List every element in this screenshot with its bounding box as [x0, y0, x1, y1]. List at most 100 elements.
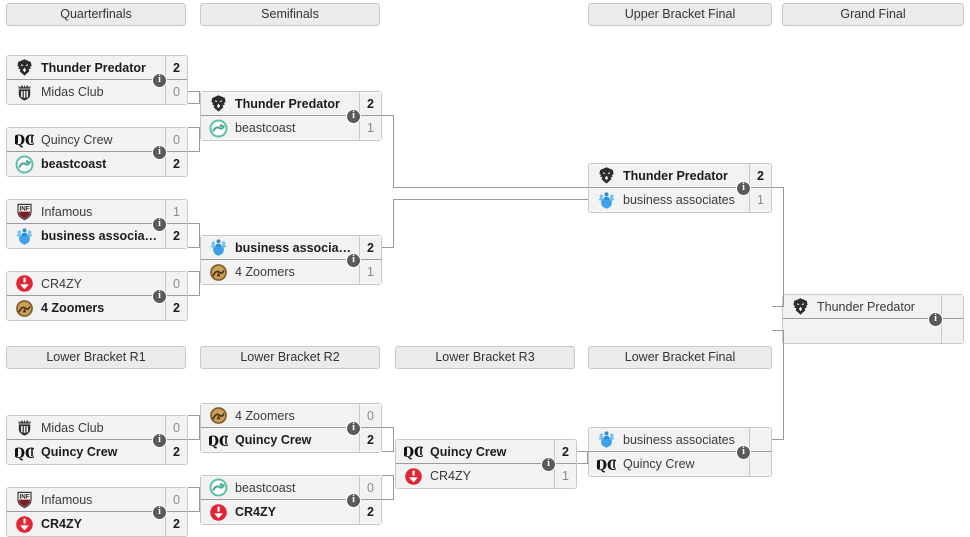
bracket-connector: [393, 427, 394, 451]
team-score: [749, 427, 771, 452]
team-score: 0: [165, 80, 187, 104]
round-header-lower-bracket-final: Lower Bracket Final: [588, 346, 772, 369]
match-qf3[interactable]: INF Infamous 1 business associates 2 i: [6, 199, 188, 249]
bracket-connector: [393, 199, 394, 247]
match-info-icon[interactable]: i: [736, 181, 751, 196]
team-name: Infamous: [41, 492, 93, 507]
bracket-connector: [772, 439, 784, 440]
team-score: 1: [359, 116, 381, 140]
bracket-connector: [188, 247, 200, 248]
match-gf[interactable]: Thunder Predator i: [782, 294, 964, 344]
team-score: 0: [359, 475, 381, 500]
team-score: 2: [359, 235, 381, 260]
team-score: 1: [554, 464, 576, 488]
match-info-icon[interactable]: i: [736, 445, 751, 460]
round-header-semifinals: Semifinals: [200, 3, 380, 26]
bracket-connector: [199, 91, 200, 103]
team-score: 0: [165, 487, 187, 512]
match-lbr1-2[interactable]: INF Infamous 0 CR4ZY 2 i: [6, 487, 188, 537]
match-info-icon[interactable]: i: [346, 253, 361, 268]
cr4zy-logo: [7, 512, 41, 536]
bracket-connector: [382, 247, 394, 248]
match-info-icon[interactable]: i: [928, 312, 943, 327]
quincy-crew-logo: QC: [7, 128, 41, 152]
team-name: Quincy Crew: [41, 132, 113, 147]
team-name: beastcoast: [235, 480, 296, 495]
team-score: 2: [359, 500, 381, 524]
bracket-connector: [188, 415, 200, 416]
match-lbr3[interactable]: QC Quincy Crew 2 CR4ZY 1 i: [395, 439, 577, 489]
team-score: [749, 452, 771, 476]
match-info-icon[interactable]: i: [152, 433, 167, 448]
bracket-connector: [783, 330, 784, 439]
cr4zy-logo: [7, 272, 41, 296]
team-name: Thunder Predator: [235, 96, 340, 111]
team-name: beastcoast: [41, 157, 107, 171]
match-info-icon[interactable]: i: [152, 217, 167, 232]
bracket-connector: [772, 330, 784, 331]
bracket-connector: [199, 271, 200, 295]
team-name: Quincy Crew: [41, 445, 118, 459]
team-name: beastcoast: [235, 121, 296, 135]
bracket-connector: [188, 487, 200, 488]
bracket-connector: [199, 415, 200, 439]
match-qf4[interactable]: CR4ZY 0 4 Zoomers 2 i: [6, 271, 188, 321]
match-qf2[interactable]: QC Quincy Crew 0 beastcoast 2 i: [6, 127, 188, 177]
bracket-connector: [188, 295, 200, 296]
team-name: Infamous: [41, 204, 93, 219]
match-ubf[interactable]: Thunder Predator 2 business associates 1 i: [588, 163, 772, 213]
match-info-icon[interactable]: i: [152, 145, 167, 160]
team-name: CR4ZY: [235, 505, 276, 519]
match-info-icon[interactable]: i: [152, 289, 167, 304]
match-lbr1-1[interactable]: Midas Club 0 QC Quincy Crew 2 i: [6, 415, 188, 465]
bracket-connector: [393, 115, 394, 187]
team-name: business associates: [41, 229, 163, 243]
round-header-label: Grand Final: [840, 7, 906, 21]
bracket-connector: [199, 487, 200, 511]
round-header-label: Lower Bracket Final: [624, 350, 736, 364]
bracket-connector: [188, 511, 200, 512]
team-score: 2: [359, 428, 381, 452]
match-info-icon[interactable]: i: [152, 505, 167, 520]
beastcoast-logo: [201, 476, 235, 500]
match-info-icon[interactable]: i: [346, 109, 361, 124]
match-info-icon[interactable]: i: [541, 457, 556, 472]
team-name: 4 Zoomers: [41, 301, 105, 315]
team-score: 0: [165, 127, 187, 152]
match-info-icon[interactable]: i: [346, 493, 361, 508]
match-lbf[interactable]: business associates QC Quincy Crew i: [588, 427, 772, 477]
team-score: 2: [554, 439, 576, 464]
team-name: business associates: [623, 432, 735, 447]
svg-text:INF: INF: [19, 494, 29, 501]
team-name: CR4ZY: [41, 517, 82, 531]
svg-text:INF: INF: [19, 206, 29, 213]
match-qf1[interactable]: Thunder Predator 2 Midas Club 0 i: [6, 55, 188, 105]
match-info-icon[interactable]: i: [346, 421, 361, 436]
match-info-icon[interactable]: i: [152, 73, 167, 88]
team-name: Quincy Crew: [430, 444, 507, 459]
team-score: 2: [165, 512, 187, 536]
match-lbr2-2[interactable]: beastcoast 0 CR4ZY 2 i: [200, 475, 382, 525]
team-score: 0: [165, 415, 187, 440]
team-score: 2: [359, 91, 381, 116]
round-header-lower-bracket-r1: Lower Bracket R1: [6, 346, 186, 369]
round-header-label: Upper Bracket Final: [624, 7, 736, 21]
beastcoast-logo: [7, 152, 41, 176]
midas-club-logo: [7, 416, 41, 440]
business-associates-logo: [589, 188, 623, 212]
match-lbr2-1[interactable]: 4 Zoomers 0 QC Quincy Crew 2 i: [200, 403, 382, 453]
team-name: Thunder Predator: [623, 168, 728, 183]
team-score: 2: [165, 152, 187, 176]
round-header-label: Lower Bracket R1: [46, 350, 146, 364]
cr4zy-logo: [201, 500, 235, 524]
team-score: 1: [165, 199, 187, 224]
team-score: [941, 319, 963, 343]
match-sf1[interactable]: Thunder Predator 2 beastcoast 1 i: [200, 91, 382, 141]
business-associates-logo: [589, 428, 623, 452]
round-header-lower-bracket-r2: Lower Bracket R2: [200, 346, 380, 369]
team-name: CR4ZY: [41, 276, 82, 291]
thunder-predator-logo: [589, 164, 623, 188]
business-associates-logo: [201, 236, 235, 260]
bracket-connector: [783, 187, 784, 306]
match-sf2[interactable]: business associates 2 4 Zoomers 1 i: [200, 235, 382, 285]
